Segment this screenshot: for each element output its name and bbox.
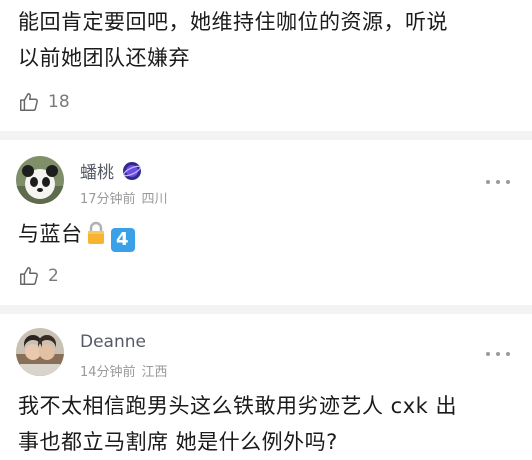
comment-meta: 17分钟前 四川 xyxy=(80,188,168,207)
comment-time: 17分钟前 xyxy=(80,192,136,207)
comment-item: 能回肯定要回吧，她维持住咖位的资源，听说 以前她团队还嫌弃 18 xyxy=(0,0,532,126)
more-dot-icon xyxy=(496,352,500,356)
divider xyxy=(0,305,532,314)
more-dot-icon xyxy=(506,180,510,184)
comment-meta: 14分钟前 江西 xyxy=(80,361,168,380)
avatar[interactable] xyxy=(16,156,64,204)
divider xyxy=(0,131,532,140)
comment-location: 四川 xyxy=(141,192,168,207)
more-options-button[interactable] xyxy=(486,350,510,358)
comment-feed: 能回肯定要回吧，她维持住咖位的资源，听说 以前她团队还嫌弃 18 蟠桃 17分钟… xyxy=(0,0,532,457)
more-options-button[interactable] xyxy=(486,178,510,186)
comment-time: 14分钟前 xyxy=(80,365,136,380)
user-name-text: Deanne xyxy=(80,332,146,352)
more-dot-icon xyxy=(486,352,490,356)
comment-item: 蟠桃 17分钟前 四川 与蓝台 4 2 xyxy=(0,140,532,304)
comment-text-line: 我不太相信跑男头这么铁敢用劣迹艺人 cxk 出 xyxy=(18,394,457,418)
comment-text: 能回肯定要回吧，她维持住咖位的资源，听说 以前她团队还嫌弃 xyxy=(18,4,516,76)
like-button[interactable]: 2 xyxy=(18,265,59,287)
user-name[interactable]: 蟠桃 xyxy=(80,158,142,183)
avatar[interactable] xyxy=(16,328,64,376)
thumbs-up-icon xyxy=(20,93,38,111)
comment-text: 与蓝台 4 xyxy=(18,216,516,252)
user-name[interactable]: Deanne xyxy=(80,332,146,352)
panda-avatar-icon xyxy=(16,156,64,204)
comment-text: 我不太相信跑男头这么铁敢用劣迹艺人 cxk 出 事也都立马割席 她是什么例外吗? xyxy=(18,388,516,460)
lock-emoji-icon xyxy=(87,221,104,244)
comment-text-line: 以前她团队还嫌弃 xyxy=(18,46,190,70)
keycap-four-emoji: 4 xyxy=(110,228,135,252)
planet-badge-icon xyxy=(123,161,141,180)
like-count: 18 xyxy=(48,92,70,112)
comment-text-line: 能回肯定要回吧，她维持住咖位的资源，听说 xyxy=(18,10,448,34)
like-count: 2 xyxy=(48,266,59,286)
more-dot-icon xyxy=(506,352,510,356)
comment-text-line: 事也都立马割席 她是什么例外吗? xyxy=(18,430,338,454)
comment-location: 江西 xyxy=(141,365,168,380)
user-name-text: 蟠桃 xyxy=(80,163,114,183)
thumbs-up-icon xyxy=(20,267,38,285)
like-button[interactable]: 18 xyxy=(18,91,70,113)
photo-avatar-icon xyxy=(16,328,64,376)
more-dot-icon xyxy=(486,180,490,184)
more-dot-icon xyxy=(496,180,500,184)
comment-item: Deanne 14分钟前 江西 我不太相信跑男头这么铁敢用劣迹艺人 cxk 出 … xyxy=(0,314,532,457)
comment-text-content: 与蓝台 xyxy=(18,222,83,246)
